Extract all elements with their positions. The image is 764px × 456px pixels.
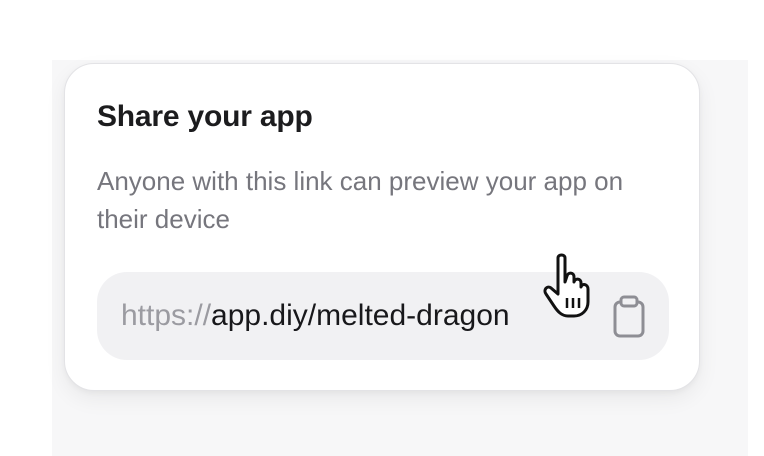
link-prefix: https:// [121,299,212,332]
dialog-title: Share your app [97,100,313,133]
copy-link-button[interactable] [603,290,655,350]
share-link-text[interactable]: https://app.diy/melted-dragon [121,272,565,360]
pointer-hand-cursor-icon [543,253,590,318]
dialog-description: Anyone with this link can preview your a… [97,166,624,234]
share-dialog: Share your app Anyone with this link can… [64,63,700,391]
clipboard-icon [613,295,645,338]
link-path: app.diy/melted-dragon [211,299,510,332]
